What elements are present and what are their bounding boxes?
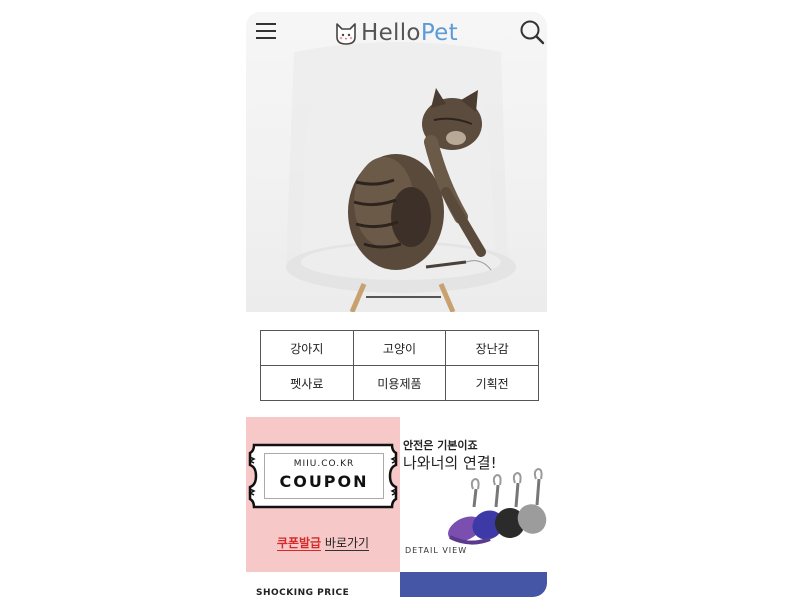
logo-pet: Pet — [420, 20, 458, 46]
app-header: HelloPet — [246, 12, 547, 54]
coupon-word: COUPON — [279, 472, 369, 491]
cat-face-logo-icon — [336, 23, 356, 45]
hero-cat-image — [286, 42, 516, 312]
coupon-ticket: MIIU.CO.KR COUPON — [264, 453, 384, 499]
search-icon[interactable] — [519, 19, 545, 45]
category-promotions[interactable]: 기획전 — [445, 365, 539, 401]
category-cat[interactable]: 고양이 — [352, 330, 447, 366]
category-pet-food[interactable]: 펫사료 — [260, 365, 354, 401]
coupon-link-rest: 바로가기 — [324, 536, 370, 551]
leash-headline: 안전은 기본이죠 — [403, 439, 478, 452]
category-grooming[interactable]: 미용제품 — [352, 365, 447, 401]
hero-banner[interactable] — [246, 12, 547, 312]
logo-text: HelloPet — [361, 20, 458, 46]
leash-banner[interactable]: 안전은 기본이죠 나와너의 연결! DETAIL VIEW — [400, 417, 547, 572]
blue-promo-banner[interactable] — [400, 572, 547, 597]
coupon-link-highlight: 쿠폰발급 — [276, 536, 322, 551]
category-toys[interactable]: 장난감 — [445, 330, 539, 366]
logo-hello: Hello — [361, 20, 421, 46]
shocking-price-text: SHOCKING PRICE — [256, 588, 350, 597]
category-dog[interactable]: 강아지 — [260, 330, 354, 366]
detail-view-link[interactable]: DETAIL VIEW — [405, 546, 467, 555]
coupon-site: MIIU.CO.KR — [293, 459, 355, 469]
shocking-price-banner[interactable]: SHOCKING PRICE — [246, 572, 400, 597]
coupon-banner[interactable]: MIIU.CO.KR COUPON 쿠폰발급 바로가기 — [246, 417, 400, 572]
leash-product-image — [448, 467, 547, 545]
coupon-issue-link[interactable]: 쿠폰발급 바로가기 — [246, 534, 400, 551]
phone-frame: HelloPet 강아지 고양이 장난감 펫사료 미용제품 기획전 MIIU.C… — [246, 12, 547, 597]
promo-banners: MIIU.CO.KR COUPON 쿠폰발급 바로가기 안전은 기본이죠 나와너… — [246, 417, 547, 597]
hamburger-menu-icon[interactable] — [256, 23, 276, 41]
category-grid: 강아지 고양이 장난감 펫사료 미용제품 기획전 — [260, 330, 539, 401]
hellopet-logo[interactable]: HelloPet — [334, 18, 458, 48]
